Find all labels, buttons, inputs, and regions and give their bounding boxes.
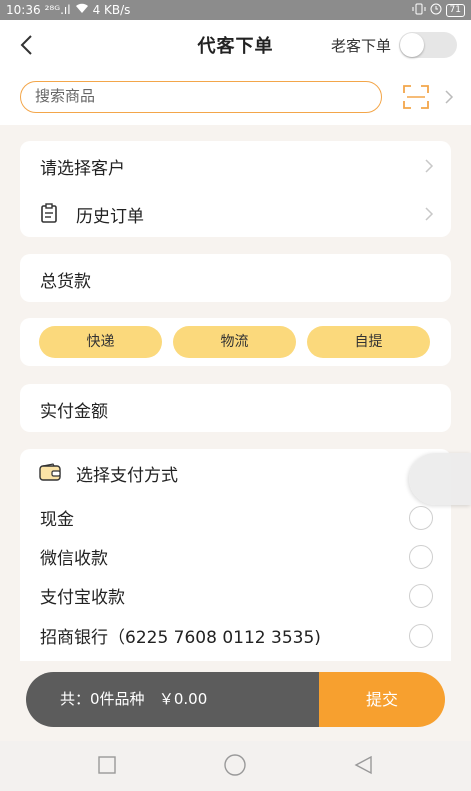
payment-method-wechat[interactable]: 微信收款	[40, 544, 108, 569]
shipping-option-pickup[interactable]: 自提	[307, 326, 430, 358]
battery-icon: 71	[445, 3, 465, 17]
signal-icon: ²⁸ᴳ.ıl	[44, 3, 71, 17]
shipping-option-express[interactable]: 快递	[39, 326, 162, 358]
payment-card: 选择支付方式 现金 微信收款 支付宝收款 招商银行（6225 7608 0112…	[20, 449, 451, 661]
payment-method-cash[interactable]: 现金	[40, 505, 74, 530]
submit-button[interactable]: 提交	[319, 672, 445, 727]
payment-method-alipay[interactable]: 支付宝收款	[40, 583, 125, 608]
recent-apps-icon[interactable]	[97, 755, 117, 775]
customer-card: 请选择客户 历史订单	[20, 141, 451, 237]
radio-bank[interactable]	[409, 624, 433, 648]
paid-amount-card: 实付金额	[20, 384, 451, 432]
wallet-icon	[39, 463, 61, 481]
radio-cash[interactable]	[409, 506, 433, 530]
status-bar: 10:36 ²⁸ᴳ.ıl 4 KB/s 71	[0, 0, 471, 20]
select-customer-label: 请选择客户	[40, 159, 125, 179]
system-nav-bar	[0, 741, 471, 791]
paid-amount-label: 实付金额	[40, 402, 108, 422]
shipping-option-logistics[interactable]: 物流	[173, 326, 296, 358]
search-row: 搜索商品	[0, 70, 471, 125]
floating-ball[interactable]	[409, 453, 471, 505]
search-input[interactable]: 搜索商品	[20, 81, 382, 113]
status-time: 10:36	[6, 3, 41, 17]
old-customer-label: 老客下单	[330, 36, 391, 55]
total-goods-card: 总货款	[20, 254, 451, 302]
alarm-icon	[430, 3, 442, 18]
vibrate-icon	[412, 3, 426, 18]
network-speed: 4 KB/s	[92, 3, 131, 17]
shipping-card: 快递 物流 自提	[20, 318, 451, 366]
select-customer-row[interactable]: 请选择客户	[20, 141, 451, 189]
order-summary: 共：0件品种 ￥0.00	[26, 672, 319, 727]
chevron-right-icon	[425, 159, 434, 173]
home-icon[interactable]	[223, 753, 247, 777]
old-customer-toggle-group: 老客下单	[331, 32, 457, 58]
header: 代客下单 老客下单	[0, 20, 471, 70]
radio-wechat[interactable]	[409, 545, 433, 569]
total-goods-label: 总货款	[40, 272, 91, 292]
toggle-knob	[400, 33, 424, 57]
history-orders-label: 历史订单	[76, 207, 144, 227]
history-orders-row[interactable]: 历史订单	[20, 189, 451, 237]
chevron-right-icon	[425, 207, 434, 221]
wifi-icon	[75, 3, 89, 17]
payment-method-bank[interactable]: 招商银行（6225 7608 0112 3535)	[40, 623, 321, 648]
radio-alipay[interactable]	[409, 584, 433, 608]
payment-title: 选择支付方式	[76, 466, 178, 486]
clipboard-icon	[41, 203, 57, 223]
order-bar: 共：0件品种 ￥0.00 提交	[26, 672, 445, 727]
back-nav-icon[interactable]	[353, 755, 373, 775]
old-customer-toggle[interactable]	[399, 32, 457, 58]
chevron-right-icon[interactable]	[443, 89, 455, 105]
scan-icon[interactable]	[403, 85, 429, 109]
